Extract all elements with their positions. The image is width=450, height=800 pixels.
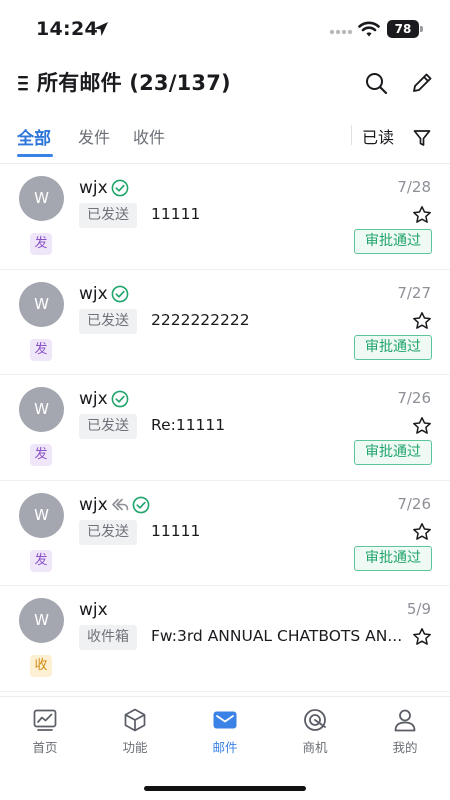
verified-check-icon [111,390,129,408]
home-indicator [144,786,306,791]
location-arrow-icon [94,22,108,36]
sender-name: wjx [79,283,108,304]
mail-subject: Fw:3rd ANNUAL CHATBOTS AN... [151,627,403,645]
mail-subject: 2222222222 [151,310,250,329]
mail-kind-badge: 发 [30,549,52,572]
avatar: W [19,492,64,538]
mail-kind-badge: 发 [30,233,52,255]
status-bar: 14:24 78 [0,0,450,56]
mail-item[interactable]: W 发 wjx 7/28 已发送 11111 审批通过 [0,164,450,270]
avatar: W [19,281,64,327]
chart-monitor-icon [33,709,57,731]
nav-label: 首页 [32,740,58,755]
sender-name: wjx [79,389,108,409]
mail-kind-badge: 发 [30,338,52,361]
approval-status-badge: 审批通过 [354,545,432,571]
verified-check-icon [111,285,129,302]
mail-icon [213,711,237,729]
mail-date: 7/26 [397,389,431,407]
mail-subject: Re:11111 [151,416,226,434]
status-time: 14:24 [36,18,98,40]
folder-tag: 已发送 [79,519,137,545]
folder-tag: 已发送 [79,203,137,228]
mail-kind-badge: 发 [30,444,52,466]
tab-all[interactable]: 全部 [17,124,51,149]
mail-date: 5/9 [406,600,431,618]
nav-item-mail[interactable]: 邮件 [180,707,270,761]
avatar: W [19,598,64,643]
nav-item-home[interactable]: 首页 [0,707,90,761]
battery-level: 78 [394,22,412,36]
mail-subject: 11111 [151,205,201,223]
sender-name: wjx [79,600,108,620]
nav-item-profile[interactable]: 我的 [360,707,450,761]
nav-label: 功能 [122,740,148,755]
wifi-icon [358,21,380,37]
menu-icon[interactable] [16,73,30,93]
tab-inbox[interactable]: 收件 [133,124,165,148]
mail-item[interactable]: W 收 wjx 5/9 收件箱 Fw:3rd ANNUAL CHATBOTS A… [0,586,450,692]
mail-item[interactable]: W 发 wjx 7/26 已发送 Re:11111 审批通过 [0,375,450,481]
nav-label: 我的 [392,740,418,755]
tab-sent[interactable]: 发件 [78,124,110,148]
radar-icon [304,709,326,731]
tab-divider [351,125,352,145]
avatar: W [19,387,64,432]
folder-tag: 已发送 [79,308,137,334]
nav-item-features[interactable]: 功能 [90,707,180,761]
avatar: W [19,176,64,221]
folder-tag: 收件箱 [79,625,137,650]
header: 所有邮件 (23/137) [0,60,450,106]
verified-check-icon [132,496,150,513]
cube-icon [124,708,146,732]
read-filter-button[interactable]: 已读 [362,124,394,148]
sender-name: wjx [79,178,108,198]
star-icon[interactable] [412,205,432,225]
mail-date: 7/26 [397,494,431,513]
star-icon[interactable] [412,311,432,331]
star-icon[interactable] [412,627,432,647]
mail-date: 7/28 [397,178,431,196]
approval-status-badge: 审批通过 [354,229,432,254]
sender-name: wjx [79,494,108,515]
page-title: 所有邮件 (23/137) [37,71,231,95]
signal-dots-icon [329,29,353,35]
replied-icon [111,498,128,510]
mail-kind-badge: 收 [30,655,52,677]
mail-subject: 11111 [151,521,201,540]
person-icon [394,709,416,732]
verified-check-icon [111,179,129,197]
folder-tag: 已发送 [79,414,137,439]
active-tab-indicator [17,154,53,157]
mail-item[interactable]: W 发 wjx 7/26 已发送 11111 审批通过 [0,481,450,586]
star-icon[interactable] [412,416,432,436]
mail-item[interactable]: W 发 wjx 7/27 已发送 2222222222 审批通过 [0,270,450,375]
mail-date: 7/27 [397,283,431,302]
star-icon[interactable] [412,522,432,542]
compose-icon[interactable] [410,71,434,95]
mail-filter-tabs: 全部 发件 收件 已读 [0,116,450,164]
mail-list: W 发 wjx 7/28 已发送 11111 审批通过 W 发 wjx 7/27… [0,164,450,692]
approval-status-badge: 审批通过 [354,440,432,465]
bottom-nav: 首页 功能 邮件 商机 我的 [0,696,450,800]
filter-icon[interactable] [412,128,432,148]
approval-status-badge: 审批通过 [354,334,432,360]
search-icon[interactable] [364,71,388,95]
nav-item-opportunities[interactable]: 商机 [270,707,360,761]
battery-icon: 78 [387,20,423,38]
nav-label: 商机 [302,740,328,755]
nav-label: 邮件 [212,740,238,755]
